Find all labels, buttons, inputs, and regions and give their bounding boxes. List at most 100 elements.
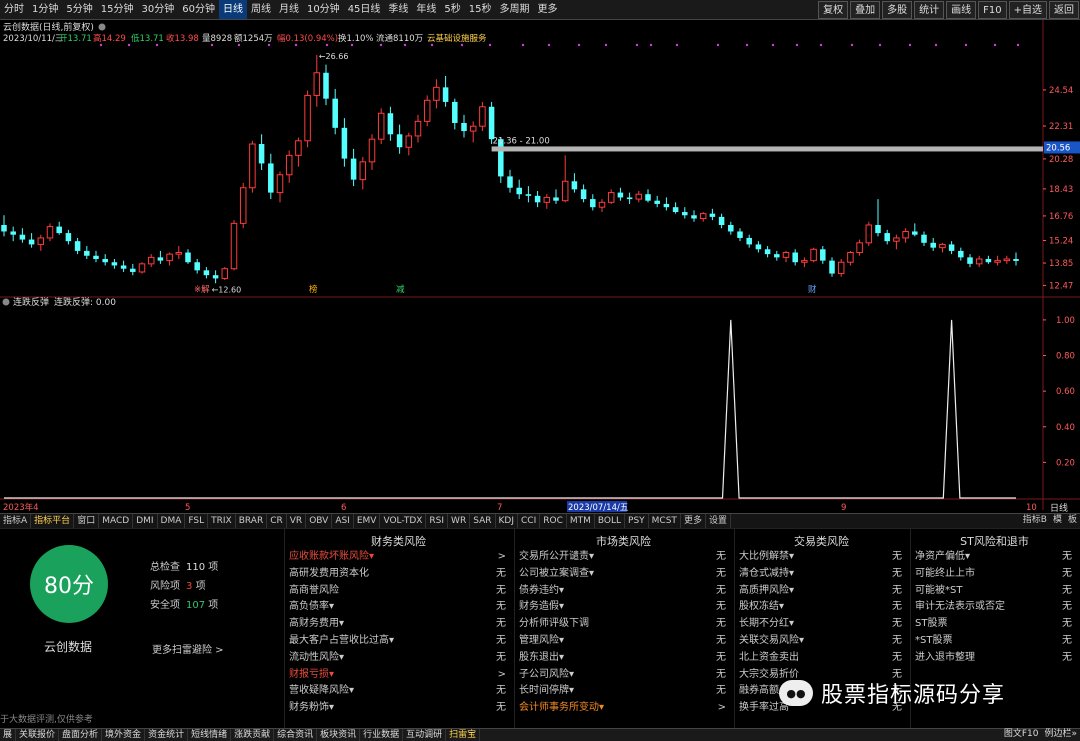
period-tab-2[interactable]: 5分钟 [62,0,96,19]
toolbar-button-7[interactable]: 返回 [1049,1,1079,19]
period-tab-16[interactable]: 更多 [534,0,562,19]
event-marker[interactable]: 减 [396,284,405,295]
bottom-tab-2[interactable]: 盘面分析 [59,729,103,741]
bottom-tab-11[interactable]: 扫雷宝 [446,729,481,741]
indicator-tab-6[interactable]: FSL [185,514,209,528]
risk-row[interactable]: 高商誉风险 无 [289,583,506,599]
indicator-tab-16[interactable]: WR [448,514,471,528]
indicator-tab-12[interactable]: ASI [332,514,354,528]
indicator-tab-26[interactable]: 设置 [706,514,731,528]
risk-row[interactable]: 股权冻结▾ 无 [739,599,902,615]
risk-row[interactable]: 最大客户占营收比过高▾ 无 [289,633,506,649]
toolbar-button-4[interactable]: 画线 [946,1,977,19]
toolbar-button-3[interactable]: 统计 [914,1,945,19]
risk-row[interactable]: 清仓式减持▾ 无 [739,566,902,582]
indicator-tab-18[interactable]: KDJ [496,514,518,528]
indicator-tab-14[interactable]: VOL-TDX [380,514,427,528]
risk-row[interactable]: 大比例解禁▾ 无 [739,549,902,565]
risk-row[interactable]: 净资产偏低▾ 无 [915,549,1072,565]
period-tab-4[interactable]: 30分钟 [137,0,178,19]
indicator-right-tab-2[interactable]: 板 [1065,513,1080,528]
indicator-tab-8[interactable]: BRAR [236,514,268,528]
risk-row[interactable]: 公司被立案调查▾ 无 [519,566,726,582]
bottom-tab-9[interactable]: 行业数据 [360,729,404,741]
indicator-tab-5[interactable]: DMA [158,514,186,528]
risk-row[interactable]: 财务造假▾ 无 [519,599,726,615]
risk-row[interactable]: 债券违约▾ 无 [519,583,726,599]
indicator-tab-2[interactable]: 窗口 [74,514,100,528]
event-marker[interactable]: 榜 [309,284,318,295]
risk-row[interactable]: 审计无法表示或否定 无 [915,599,1072,615]
period-tab-8[interactable]: 月线 [275,0,303,19]
period-tab-15[interactable]: 多周期 [496,0,534,19]
bottom-right-tab-0[interactable]: 图文F10 [1001,728,1042,741]
risk-row[interactable]: 高负债率▾ 无 [289,599,506,615]
indicator-tab-9[interactable]: CR [267,514,287,528]
indicator-tab-7[interactable]: TRIX [208,514,236,528]
indicator-tab-22[interactable]: BOLL [595,514,626,528]
risk-row[interactable]: 财务粉饰▾ 无 [289,700,506,716]
bottom-tab-3[interactable]: 境外资金 [102,729,146,741]
toolbar-button-6[interactable]: +自选 [1008,1,1047,19]
risk-row[interactable]: ST股票 无 [915,616,1072,632]
bottom-right-tab-1[interactable]: 例边栏» [1041,728,1080,741]
risk-row[interactable]: 可能被*ST 无 [915,583,1072,599]
risk-row[interactable]: 财报亏损▾ > [289,667,506,683]
indicator-tab-23[interactable]: PSY [625,514,649,528]
period-tab-12[interactable]: 年线 [412,0,440,19]
risk-row[interactable]: 流动性风险▾ 无 [289,650,506,666]
indicator-tab-13[interactable]: EMV [354,514,381,528]
period-tab-6[interactable]: 日线 [218,0,247,19]
more-scan-link[interactable]: 更多扫雷避险 > [152,641,224,656]
period-tab-10[interactable]: 45日线 [344,0,385,19]
chart-area[interactable]: 云创数据(日线,前复权)2023/10/11/三开13.71 高14.29 低13.… [0,20,1080,513]
risk-row[interactable]: 进入退市整理 无 [915,650,1072,666]
risk-row[interactable]: 管理风险▾ 无 [519,633,726,649]
indicator-tab-1[interactable]: 指标平台 [31,514,75,528]
bottom-tab-8[interactable]: 板块资讯 [317,729,361,741]
indicator-tab-10[interactable]: VR [287,514,307,528]
risk-row[interactable]: 会计师事务所变动▾ > [519,700,726,716]
risk-row[interactable]: 长时间停牌▾ 无 [519,683,726,699]
toolbar-button-2[interactable]: 多股 [882,1,913,19]
period-tab-5[interactable]: 60分钟 [178,0,219,19]
event-marker[interactable]: ※解 [194,284,210,295]
indicator-tab-11[interactable]: OBV [306,514,333,528]
time-axis-period[interactable]: 日线 [1050,502,1068,513]
risk-row[interactable]: 高财务费用▾ 无 [289,616,506,632]
toolbar-button-1[interactable]: 叠加 [850,1,881,19]
risk-row[interactable]: 股东退出▾ 无 [519,650,726,666]
risk-row[interactable]: 高研发费用资本化 无 [289,566,506,582]
period-tab-11[interactable]: 季线 [384,0,412,19]
period-tab-14[interactable]: 15秒 [465,0,496,19]
indicator-right-tab-1[interactable]: 模 [1050,513,1065,528]
indicator-tab-20[interactable]: ROC [540,514,567,528]
settings-icon[interactable] [98,23,106,31]
bottom-tab-0[interactable]: 展 [0,729,17,741]
risk-row[interactable]: 长期不分红▾ 无 [739,616,902,632]
indicator-tab-4[interactable]: DMI [133,514,158,528]
bottom-tab-4[interactable]: 资金统计 [145,729,189,741]
period-tab-1[interactable]: 1分钟 [28,0,62,19]
period-tab-0[interactable]: 分时 [0,0,28,19]
risk-row[interactable]: 交易所公开谴责▾ 无 [519,549,726,565]
period-tab-13[interactable]: 5秒 [440,0,464,19]
indicator-tab-3[interactable]: MACD [99,514,134,528]
indicator-tab-0[interactable]: 指标A [0,514,32,528]
risk-row[interactable]: 北上资金卖出 无 [739,650,902,666]
risk-row[interactable]: 高质押风险▾ 无 [739,583,902,599]
bottom-tab-6[interactable]: 涨跌贡献 [231,729,275,741]
indicator-right-tab-0[interactable]: 指标B [1020,513,1050,528]
bottom-tab-7[interactable]: 综合资讯 [274,729,318,741]
indicator-tab-21[interactable]: MTM [567,514,595,528]
bottom-tab-1[interactable]: 关联报价 [16,729,60,741]
risk-row[interactable]: *ST股票 无 [915,633,1072,649]
indicator-tab-25[interactable]: 更多 [681,514,706,528]
indicator-tab-15[interactable]: RSI [426,514,449,528]
event-marker[interactable]: 财 [808,284,817,295]
period-tab-7[interactable]: 周线 [247,0,275,19]
toolbar-button-5[interactable]: F10 [978,1,1007,19]
bottom-tab-5[interactable]: 短线情绪 [188,729,232,741]
period-tab-9[interactable]: 10分钟 [303,0,344,19]
toolbar-button-0[interactable]: 复权 [818,1,849,19]
